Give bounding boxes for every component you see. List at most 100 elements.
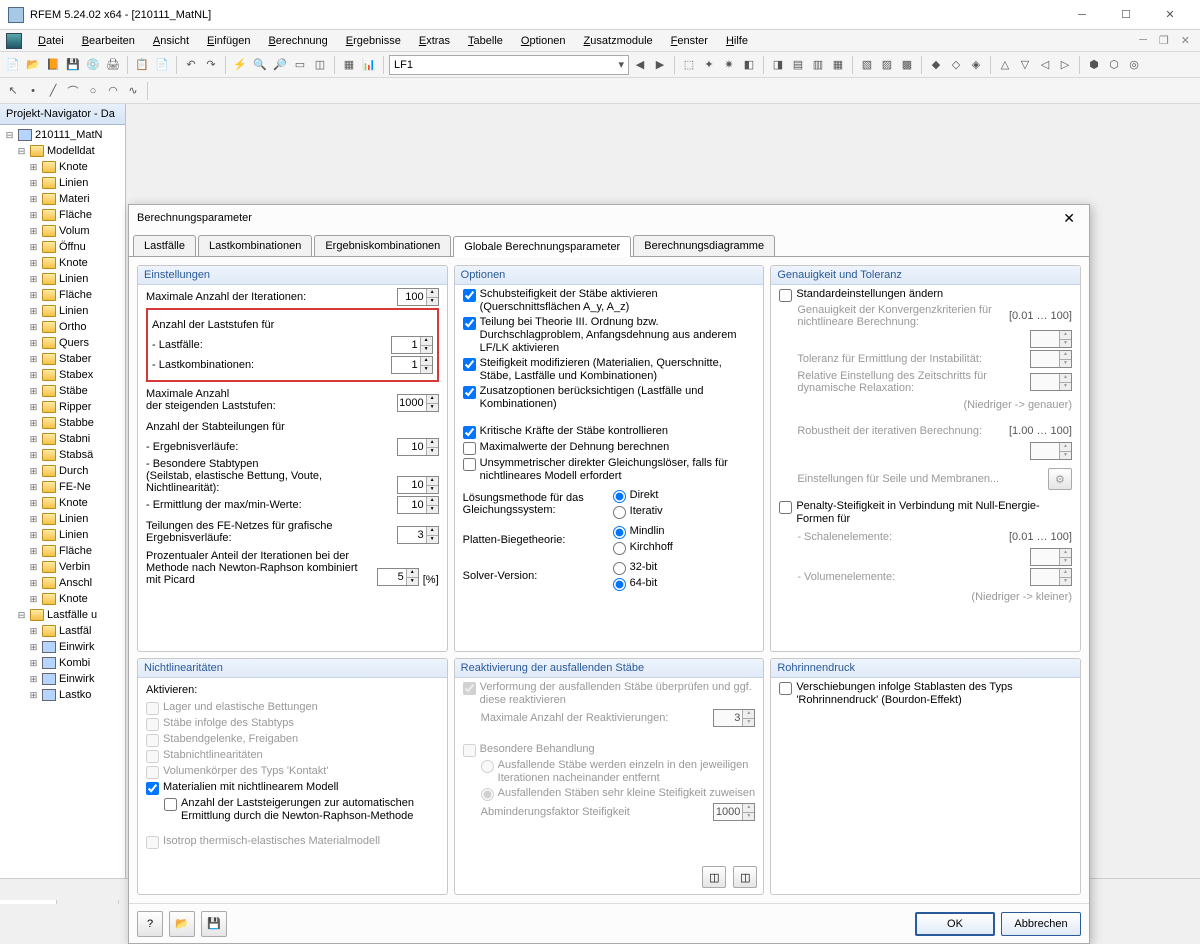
expand-icon[interactable]: ⊞ [28,338,39,349]
co-spin[interactable]: ▲▼ [391,356,433,374]
tree-item[interactable]: Öffnu [59,241,86,253]
tb-i6-icon[interactable]: ▤ [789,56,807,74]
cb-penalty[interactable]: Penalty-Steifigkeit in Verbindung mit Nu… [779,500,1072,526]
tb-i21-icon[interactable]: ◎ [1125,56,1143,74]
mdi-close[interactable]: ✕ [1177,34,1194,47]
tree-item[interactable]: Lastko [59,689,91,701]
tree-item[interactable]: Volum [59,225,90,237]
tree-item[interactable]: Quers [59,337,89,349]
expand-icon[interactable]: ⊞ [28,418,39,429]
tb-i10-icon[interactable]: ▨ [878,56,896,74]
tree-item[interactable]: Einwirk [59,673,94,685]
radio-kirchhoff[interactable]: Kirchhoff [613,541,673,555]
tb-i4-icon[interactable]: ◧ [740,56,758,74]
expand-icon[interactable]: ⊞ [28,162,39,173]
radio-32bit[interactable]: 32-bit [613,561,658,575]
max-iter-spin[interactable]: ▲▼ [397,288,439,306]
tb-zoomfit-icon[interactable]: 🔎 [271,56,289,74]
tb2-g-icon[interactable]: ∿ [124,82,142,100]
spec-spin[interactable]: ▲▼ [397,476,439,494]
expand-icon[interactable]: ⊞ [28,354,39,365]
menu-ergebnisse[interactable]: Ergebnisse [338,33,409,49]
tb2-f-icon[interactable]: ◠ [104,82,122,100]
tb-save-icon[interactable]: 💾 [64,56,82,74]
tb-tool-b-icon[interactable]: 🔍 [251,56,269,74]
tree-item[interactable]: Ripper [59,401,91,413]
menu-tabelle[interactable]: Tabelle [460,33,511,49]
expand-icon[interactable]: ⊞ [28,226,39,237]
tb-redo-icon[interactable]: ↷ [202,56,220,74]
tb-paste-icon[interactable]: 📄 [153,56,171,74]
expand-icon[interactable]: ⊞ [28,658,39,669]
tb-i16-icon[interactable]: ▽ [1016,56,1034,74]
opts-button-2[interactable]: ◫ [733,866,757,888]
tb2-c-icon[interactable]: ╱ [44,82,62,100]
cb-newton[interactable]: Anzahl der Laststeigerungen zur automati… [146,797,439,823]
tree-item[interactable]: Linien [59,177,88,189]
tree-item[interactable]: Fläche [59,209,92,221]
expand-icon[interactable]: ⊞ [28,210,39,221]
tree-item[interactable]: Linien [59,529,88,541]
lc-spin[interactable]: ▲▼ [391,336,433,354]
cb-maxstr[interactable]: Maximalwerte der Dehnung berechnen [463,441,756,455]
tree-item[interactable]: Stabni [59,433,90,445]
menu-fenster[interactable]: Fenster [663,33,716,49]
expand-icon[interactable]: ⊟ [16,146,27,157]
tb-next-icon[interactable]: ▶ [651,56,669,74]
expand-icon[interactable]: ⊞ [28,178,39,189]
tb-i2-icon[interactable]: ✦ [700,56,718,74]
tree-item[interactable]: Stabex [59,369,93,381]
minmax-spin[interactable]: ▲▼ [397,496,439,514]
expand-icon[interactable]: ⊞ [28,450,39,461]
tree-item[interactable]: Linien [59,513,88,525]
tree-item[interactable]: Kombi [59,657,90,669]
help-button[interactable]: ? [137,911,163,937]
maximize-button[interactable]: ☐ [1104,1,1148,29]
tb-i13-icon[interactable]: ◇ [947,56,965,74]
cb-std[interactable]: Standardeinstellungen ändern [779,288,1072,302]
expand-icon[interactable]: ⊞ [28,194,39,205]
tb-undo-icon[interactable]: ↶ [182,56,200,74]
cb-th3[interactable]: Teilung bei Theorie III. Ordnung bzw. Du… [463,316,756,355]
tb-i14-icon[interactable]: ◈ [967,56,985,74]
cb-bourdon[interactable]: Verschiebungen infolge Stablasten des Ty… [779,681,1072,707]
tb-i19-icon[interactable]: ⬢ [1085,56,1103,74]
menu-hilfe[interactable]: Hilfe [718,33,756,49]
expand-icon[interactable]: ⊞ [28,562,39,573]
cancel-button[interactable]: Abbrechen [1001,912,1081,936]
cb-mat-nl[interactable]: Materialien mit nichtlinearem Modell [146,781,439,795]
expand-icon[interactable]: ⊞ [28,242,39,253]
tree-item[interactable]: Knote [59,257,88,269]
tree-item[interactable]: Linien [59,273,88,285]
expand-icon[interactable]: ⊞ [28,434,39,445]
tree-item[interactable]: Knote [59,593,88,605]
menu-extras[interactable]: Extras [411,33,458,49]
tab-globale-berechnung[interactable]: Globale Berechnungsparameter [453,236,631,257]
expand-icon[interactable]: ⊟ [16,610,27,621]
cb-shear[interactable]: Schubsteifigkeit der Stäbe aktivieren (Q… [463,288,756,314]
loadcase-combo[interactable]: LF1 [389,55,629,75]
tree-modelldaten[interactable]: Modelldat [47,145,95,157]
tb-saveall-icon[interactable]: 💿 [84,56,102,74]
expand-icon[interactable]: ⊞ [28,290,39,301]
menu-einfuegen[interactable]: Einfügen [199,33,258,49]
radio-mindlin[interactable]: Mindlin [613,525,673,539]
tb-copy-icon[interactable]: 📋 [133,56,151,74]
tb-i20-icon[interactable]: ⬡ [1105,56,1123,74]
navigator-tree[interactable]: ⊟210111_MatN ⊟Modelldat ⊞Knote⊞Linien⊞Ma… [0,125,125,845]
expand-icon[interactable]: ⊞ [28,594,39,605]
tree-item[interactable]: Durch [59,465,88,477]
mdi-minimize[interactable]: ─ [1135,34,1151,47]
tb-i9-icon[interactable]: ▧ [858,56,876,74]
menu-berechnung[interactable]: Berechnung [260,33,335,49]
expand-icon[interactable]: ⊞ [28,578,39,589]
cb-crit[interactable]: Kritische Kräfte der Stäbe kontrollieren [463,425,756,439]
tb2-d-icon[interactable]: ⌒ [64,82,82,100]
tree-item[interactable]: Ortho [59,321,87,333]
tb-tbl-icon[interactable]: ▦ [340,56,358,74]
tb-i17-icon[interactable]: ◁ [1036,56,1054,74]
tree-item[interactable]: Fläche [59,289,92,301]
tb-i12-icon[interactable]: ◆ [927,56,945,74]
tree-item[interactable]: Stäbe [59,385,88,397]
tree-item[interactable]: Anschl [59,577,92,589]
